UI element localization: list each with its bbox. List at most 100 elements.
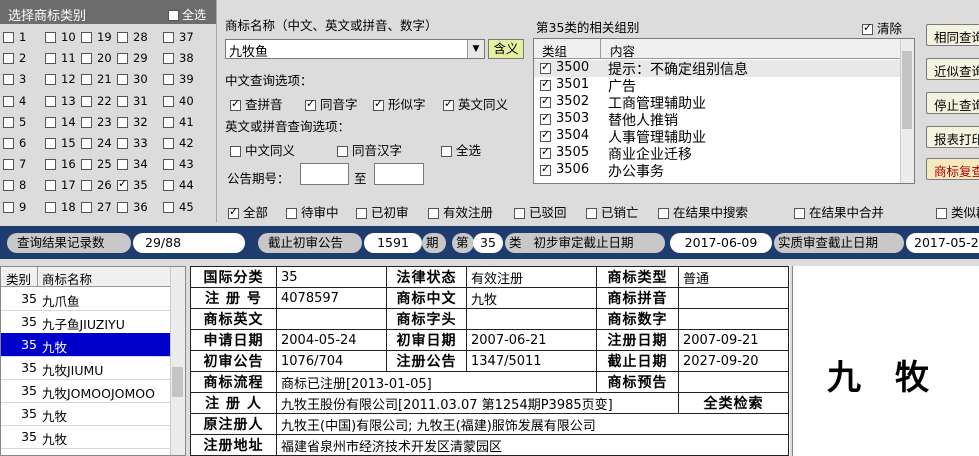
category-34[interactable]: 34 bbox=[117, 157, 157, 175]
checkbox-icon[interactable] bbox=[168, 10, 179, 21]
option-similar-shape[interactable]: 形似字 bbox=[373, 94, 426, 113]
category-39[interactable]: 39 bbox=[163, 72, 203, 90]
checkbox-icon[interactable] bbox=[117, 74, 128, 86]
group-row[interactable]: 3504人事管理辅助业 bbox=[534, 128, 902, 146]
checkbox-icon[interactable] bbox=[81, 32, 92, 43]
checkbox-icon[interactable] bbox=[540, 77, 551, 91]
dropdown-arrow-icon[interactable]: ▼ bbox=[467, 40, 484, 58]
option-cn-synonym[interactable]: 中文同义 bbox=[230, 140, 295, 159]
scrollbar-thumb[interactable] bbox=[172, 367, 183, 397]
checkbox-icon[interactable] bbox=[3, 32, 14, 43]
checkbox-icon[interactable] bbox=[337, 146, 348, 157]
checkbox-icon[interactable] bbox=[81, 138, 92, 149]
checkbox-icon[interactable] bbox=[228, 205, 239, 219]
category-10[interactable]: 10 bbox=[45, 30, 85, 48]
result-row[interactable]: 35 九爪鱼 bbox=[1, 287, 171, 311]
group-row[interactable]: 3500提示：不确定组别信息 bbox=[534, 60, 902, 78]
meaning-button[interactable]: 含义 bbox=[488, 39, 524, 59]
checkbox-icon[interactable] bbox=[117, 201, 128, 213]
category-16[interactable]: 16 bbox=[45, 157, 85, 175]
right-button-4[interactable]: 商标复查 bbox=[926, 158, 979, 180]
option-pinyin[interactable]: 查拼音 bbox=[230, 94, 283, 113]
result-row[interactable]: 35 九子鱼JIUZIYU bbox=[1, 310, 171, 334]
category-15[interactable]: 15 bbox=[45, 136, 85, 154]
category-37[interactable]: 37 bbox=[163, 30, 203, 48]
group-row[interactable]: 3502工商管理辅助业 bbox=[534, 94, 902, 112]
category-11[interactable]: 11 bbox=[45, 51, 85, 69]
checkbox-icon[interactable] bbox=[514, 208, 525, 219]
checkbox-icon[interactable] bbox=[540, 60, 551, 74]
category-12[interactable]: 12 bbox=[45, 72, 85, 90]
checkbox-icon[interactable] bbox=[117, 177, 128, 192]
category-19[interactable]: 19 bbox=[81, 30, 121, 48]
option-homophone[interactable]: 同音字 bbox=[305, 94, 358, 113]
filter-3[interactable]: 有效注册 bbox=[428, 202, 493, 221]
category-8[interactable]: 8 bbox=[3, 178, 43, 196]
checkbox-icon[interactable] bbox=[443, 97, 454, 111]
category-14[interactable]: 14 bbox=[45, 115, 85, 133]
category-26[interactable]: 26 bbox=[81, 178, 121, 196]
group-row[interactable]: 3503替他人推销 bbox=[534, 111, 902, 129]
option-select-all-en[interactable]: 全选 bbox=[441, 140, 481, 159]
checkbox-icon[interactable] bbox=[81, 74, 92, 86]
option-homophone-hanzi[interactable]: 同音汉字 bbox=[337, 140, 402, 159]
right-button-3[interactable]: 报表打印 bbox=[926, 126, 979, 148]
checkbox-icon[interactable] bbox=[163, 180, 174, 192]
checkbox-icon[interactable] bbox=[3, 138, 14, 149]
result-list-scrollbar[interactable] bbox=[170, 267, 185, 455]
category-4[interactable]: 4 bbox=[3, 94, 43, 112]
category-32[interactable]: 32 bbox=[117, 115, 157, 133]
category-45[interactable]: 45 bbox=[163, 200, 203, 218]
category-44[interactable]: 44 bbox=[163, 178, 203, 196]
checkbox-icon[interactable] bbox=[373, 97, 384, 111]
category-24[interactable]: 24 bbox=[81, 136, 121, 154]
checkbox-icon[interactable] bbox=[117, 116, 128, 128]
scrollbar-thumb[interactable] bbox=[902, 51, 912, 129]
all-class-search-link[interactable]: 全类检索 bbox=[678, 392, 789, 414]
checkbox-icon[interactable] bbox=[81, 159, 92, 171]
checkbox-icon[interactable] bbox=[794, 208, 805, 219]
checkbox-icon[interactable] bbox=[540, 145, 551, 159]
result-row[interactable]: 35 九牧 bbox=[1, 333, 171, 357]
checkbox-icon[interactable] bbox=[230, 97, 241, 111]
filter-1[interactable]: 待审中 bbox=[286, 202, 339, 221]
category-28[interactable]: 28 bbox=[117, 30, 157, 48]
checkbox-icon[interactable] bbox=[81, 53, 92, 65]
checkbox-icon[interactable] bbox=[540, 94, 551, 108]
category-20[interactable]: 20 bbox=[81, 51, 121, 69]
category-29[interactable]: 29 bbox=[117, 51, 157, 69]
checkbox-icon[interactable] bbox=[81, 95, 92, 107]
category-1[interactable]: 1 bbox=[3, 30, 43, 48]
category-36[interactable]: 36 bbox=[117, 200, 157, 218]
checkbox-icon[interactable] bbox=[81, 116, 92, 128]
checkbox-icon[interactable] bbox=[45, 159, 56, 171]
category-9[interactable]: 9 bbox=[3, 200, 43, 218]
checkbox-icon[interactable] bbox=[230, 146, 241, 157]
category-3[interactable]: 3 bbox=[3, 72, 43, 90]
checkbox-icon[interactable] bbox=[45, 116, 56, 128]
checkbox-icon[interactable] bbox=[356, 208, 367, 219]
checkbox-icon[interactable] bbox=[658, 208, 669, 219]
checkbox-icon[interactable] bbox=[163, 32, 174, 43]
checkbox-icon[interactable] bbox=[163, 159, 174, 171]
right-button-1[interactable]: 近似查询 bbox=[926, 58, 979, 80]
filter-7[interactable]: 在结果中合并 bbox=[794, 202, 884, 221]
result-row[interactable]: 35 九牧 bbox=[1, 402, 171, 426]
category-35[interactable]: 35 bbox=[117, 177, 157, 196]
checkbox-icon[interactable] bbox=[3, 116, 14, 128]
checkbox-icon[interactable] bbox=[163, 116, 174, 128]
filter-5[interactable]: 已销亡 bbox=[586, 202, 639, 221]
category-42[interactable]: 42 bbox=[163, 136, 203, 154]
groups-clear[interactable]: 清除 bbox=[862, 18, 902, 37]
groups-scrollbar[interactable] bbox=[900, 39, 914, 183]
checkbox-icon[interactable] bbox=[305, 97, 316, 111]
category-25[interactable]: 25 bbox=[81, 157, 121, 175]
checkbox-icon[interactable] bbox=[540, 111, 551, 125]
category-21[interactable]: 21 bbox=[81, 72, 121, 90]
checkbox-icon[interactable] bbox=[441, 146, 452, 157]
checkbox-icon[interactable] bbox=[45, 138, 56, 149]
checkbox-icon[interactable] bbox=[3, 180, 14, 192]
checkbox-icon[interactable] bbox=[81, 201, 92, 213]
group-row[interactable]: 3505商业企业迁移 bbox=[534, 145, 902, 163]
checkbox-icon[interactable] bbox=[45, 180, 56, 192]
